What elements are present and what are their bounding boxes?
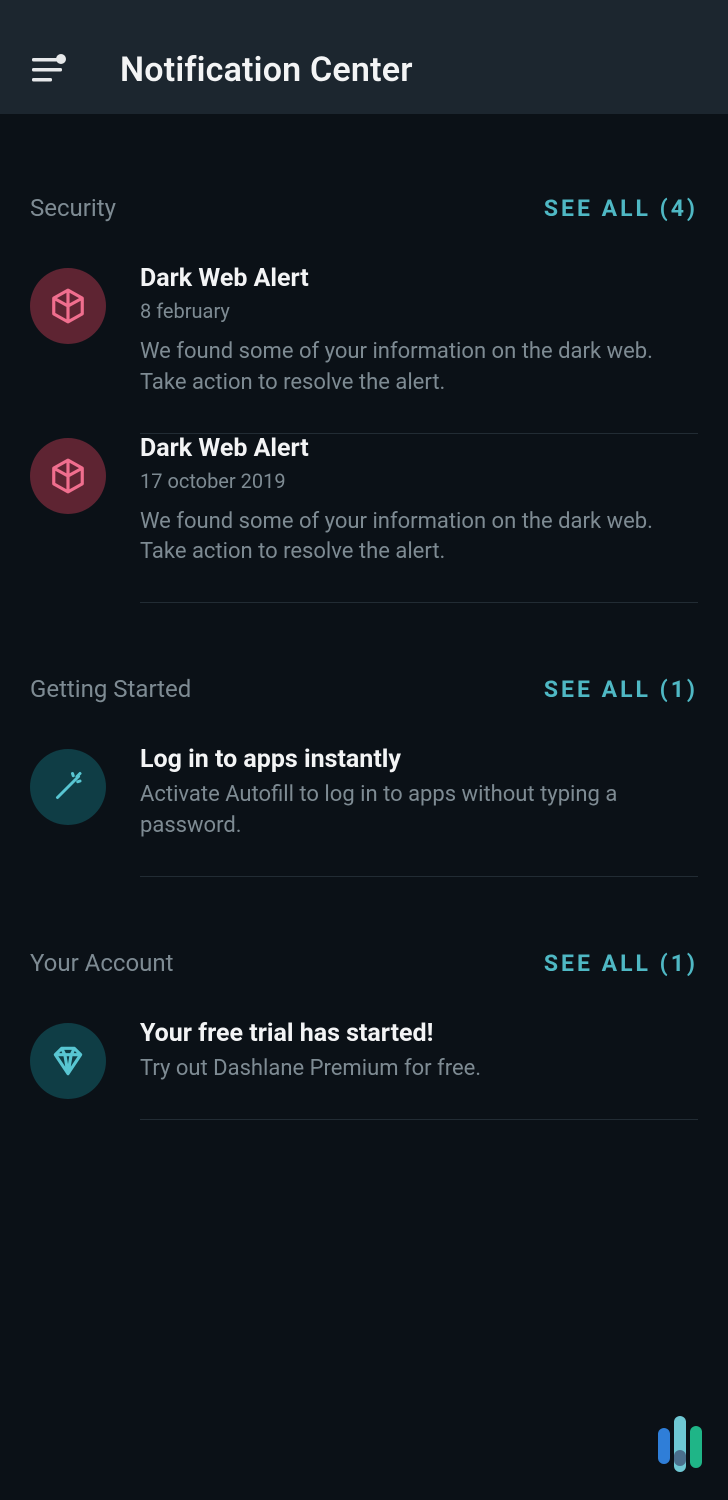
cube-alert-icon bbox=[49, 287, 87, 325]
section-title: Security bbox=[30, 194, 116, 222]
notification-item[interactable]: Your free trial has started! Try out Das… bbox=[30, 1019, 698, 1120]
bar-icon bbox=[690, 1426, 702, 1468]
item-desc: We found some of your information on the… bbox=[140, 507, 698, 569]
notification-dot-icon bbox=[56, 54, 66, 64]
notification-item[interactable]: Dark Web Alert 8 february We found some … bbox=[30, 264, 698, 434]
diamond-icon bbox=[49, 1042, 87, 1080]
item-desc: Try out Dashlane Premium for free. bbox=[140, 1054, 698, 1085]
section-security: Security SEE ALL (4) Dark Web Alert 8 fe… bbox=[30, 194, 698, 603]
alert-icon-bg bbox=[30, 268, 106, 344]
bar-icon bbox=[658, 1428, 670, 1464]
section-getting-started: Getting Started SEE ALL (1) Log in to ap… bbox=[30, 675, 698, 877]
page-title: Notification Center bbox=[120, 50, 413, 90]
item-title: Your free trial has started! bbox=[140, 1019, 698, 1048]
item-desc: Activate Autofill to log in to apps with… bbox=[140, 780, 698, 842]
section-your-account: Your Account SEE ALL (1) Your free trial… bbox=[30, 949, 698, 1120]
see-all-link[interactable]: SEE ALL (1) bbox=[544, 950, 698, 977]
see-all-link[interactable]: SEE ALL (4) bbox=[544, 195, 698, 222]
see-all-link[interactable]: SEE ALL (1) bbox=[544, 676, 698, 703]
teal-icon-bg bbox=[30, 749, 106, 825]
item-desc: We found some of your information on the… bbox=[140, 337, 698, 399]
item-body: Dark Web Alert 8 february We found some … bbox=[140, 264, 698, 434]
section-header: Getting Started SEE ALL (1) bbox=[30, 675, 698, 703]
section-title: Getting Started bbox=[30, 675, 191, 703]
item-body: Your free trial has started! Try out Das… bbox=[140, 1019, 698, 1120]
item-title: Log in to apps instantly bbox=[140, 745, 698, 774]
item-body: Log in to apps instantly Activate Autofi… bbox=[140, 745, 698, 877]
content: Security SEE ALL (4) Dark Web Alert 8 fe… bbox=[0, 194, 728, 1120]
section-header: Security SEE ALL (4) bbox=[30, 194, 698, 222]
bar-icon bbox=[674, 1416, 686, 1472]
item-title: Dark Web Alert bbox=[140, 264, 698, 293]
menu-button[interactable] bbox=[28, 50, 68, 90]
notification-item[interactable]: Dark Web Alert 17 october 2019 We found … bbox=[30, 434, 698, 604]
app-header: Notification Center bbox=[0, 0, 728, 114]
item-date: 17 october 2019 bbox=[140, 469, 698, 493]
wand-icon bbox=[50, 769, 86, 805]
item-body: Dark Web Alert 17 october 2019 We found … bbox=[140, 434, 698, 604]
alert-icon-bg bbox=[30, 438, 106, 514]
equalizer-icon bbox=[658, 1416, 702, 1472]
section-header: Your Account SEE ALL (1) bbox=[30, 949, 698, 977]
item-date: 8 february bbox=[140, 299, 698, 323]
notification-item[interactable]: Log in to apps instantly Activate Autofi… bbox=[30, 745, 698, 877]
item-title: Dark Web Alert bbox=[140, 434, 698, 463]
section-title: Your Account bbox=[30, 949, 173, 977]
cube-alert-icon bbox=[49, 457, 87, 495]
teal-icon-bg bbox=[30, 1023, 106, 1099]
